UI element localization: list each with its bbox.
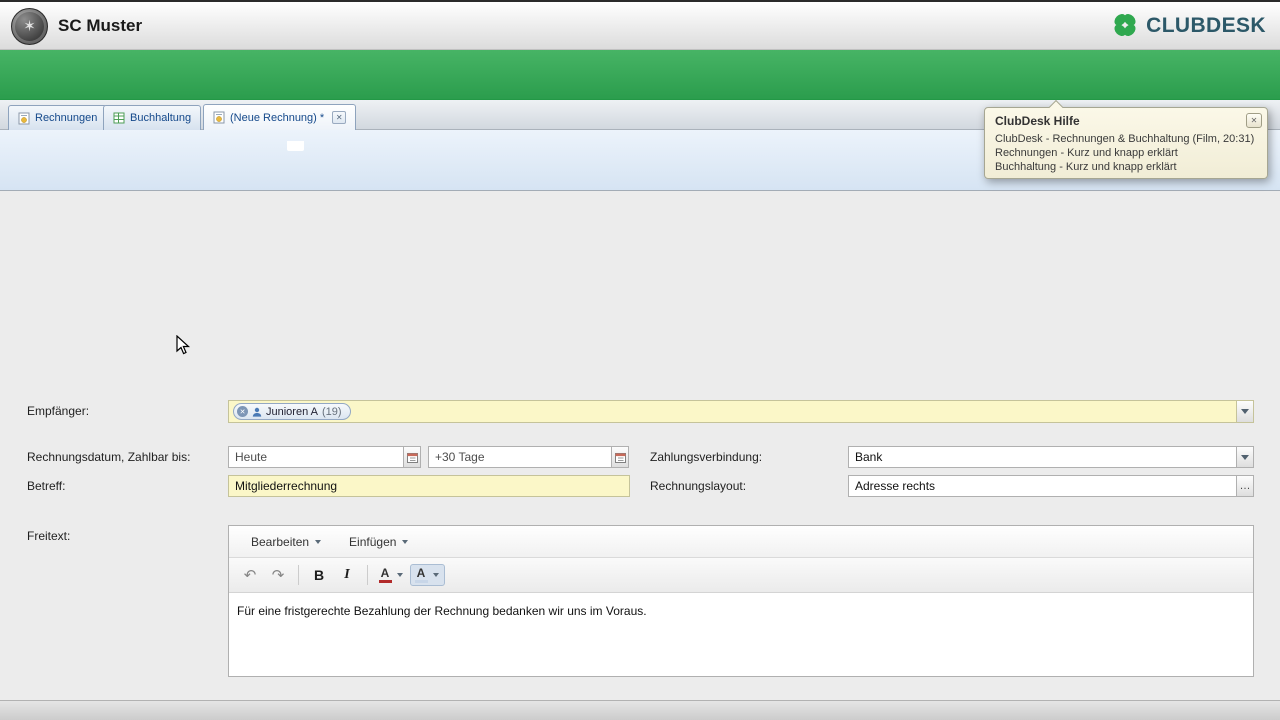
brand-name: CLUBDESK — [1146, 13, 1266, 37]
toolbar-divider — [298, 565, 299, 585]
empfaenger-field[interactable]: ✕ Junioren A (19) — [228, 400, 1254, 423]
zahlungsverbindung-label: Zahlungsverbindung: — [650, 450, 763, 464]
menu-label: Einfügen — [349, 534, 397, 549]
chevron-down-icon — [433, 573, 439, 577]
rechnungsdatum-calendar-trigger[interactable] — [403, 447, 420, 467]
editor-menu-bearbeiten[interactable]: Bearbeiten — [241, 531, 331, 553]
rechnungslayout-value: Adresse rechts — [855, 479, 936, 493]
background-color-button[interactable]: A — [410, 564, 445, 586]
rechnungsdatum-value: Heute — [235, 450, 268, 464]
toolbar-divider — [367, 565, 368, 585]
freitext-editor[interactable]: Bearbeiten Einfügen ↶ ↷ B I A A Für eine… — [228, 525, 1254, 677]
tab-label: Rechnungen — [35, 112, 98, 124]
datum-label: Rechnungsdatum, Zahlbar bis: — [27, 450, 191, 464]
recipient-chip[interactable]: ✕ Junioren A (19) — [233, 403, 351, 420]
tab-neue-rechnung[interactable]: (Neue Rechnung) * ✕ — [203, 104, 357, 130]
rechnungsdatum-field[interactable]: Heute — [228, 446, 421, 468]
zahlungsverbindung-select[interactable]: Bank — [848, 446, 1254, 468]
rechnungslayout-field[interactable]: Adresse rechts … — [848, 475, 1254, 497]
zahlbar-bis-value: +30 Tage — [435, 450, 485, 464]
help-link-rechnungen[interactable]: Rechnungen - Kurz und knapp erklärt — [985, 146, 1267, 160]
rechnungslayout-browse-button[interactable]: … — [1236, 476, 1253, 496]
editor-toolbar: ↶ ↷ B I A A — [229, 558, 1253, 593]
calendar-picker-icon — [614, 452, 626, 463]
zahlbar-bis-field[interactable]: +30 Tage — [428, 446, 629, 468]
rechnungslayout-label: Rechnungslayout: — [650, 479, 747, 493]
zahlungsverbindung-value: Bank — [855, 450, 883, 464]
new-invoice-tab-icon — [213, 111, 225, 124]
undo-icon[interactable]: ↶ — [237, 562, 263, 588]
title-bar: ✶ SC Muster CLUBDESK — [0, 0, 1280, 50]
tab-rechnungen[interactable]: Rechnungen — [8, 105, 108, 130]
club-logo-star-icon: ✶ — [23, 18, 36, 35]
main-toolbar: 15 $ Benutzer: Muster Peter ⚙ ? — [0, 50, 1280, 151]
clover-logo-icon — [1114, 14, 1136, 37]
text-color-letter: A — [380, 566, 390, 581]
chip-remove-icon[interactable]: ✕ — [237, 406, 248, 417]
tab-buchhaltung[interactable]: Buchhaltung — [103, 105, 202, 130]
menu-label: Bearbeiten — [251, 534, 310, 549]
editor-content[interactable]: Für eine fristgerechte Bezahlung der Rec… — [229, 593, 1253, 629]
betreff-label: Betreff: — [27, 479, 66, 493]
freitext-label: Freitext: — [27, 529, 71, 543]
bold-button[interactable]: B — [306, 562, 332, 588]
empfaenger-label: Empfänger: — [27, 404, 90, 418]
help-popup-close-icon[interactable]: ✕ — [1246, 113, 1262, 128]
help-popup-title: ClubDesk Hilfe — [995, 114, 1080, 128]
tab-close-icon[interactable]: ✕ — [332, 111, 347, 124]
help-link-film[interactable]: ClubDesk - Rechnungen & Buchhaltung (Fil… — [985, 132, 1267, 146]
zahlungsverbindung-dropdown-trigger[interactable] — [1236, 447, 1253, 467]
ledger-tab-icon — [113, 112, 125, 124]
redo-icon[interactable]: ↷ — [265, 562, 291, 588]
betreff-value: Mitgliederrechnung — [235, 479, 338, 493]
italic-button[interactable]: I — [334, 562, 360, 588]
help-popup: ClubDesk Hilfe ✕ ClubDesk - Rechnungen &… — [984, 99, 1268, 179]
bg-color-letter: A — [416, 566, 426, 581]
status-bar — [0, 700, 1280, 720]
selected-module-notch — [287, 141, 304, 151]
editor-menu-einfuegen[interactable]: Einfügen — [339, 531, 418, 553]
invoice-form: Empfänger: ✕ Junioren A (19) Rechnungsda… — [0, 191, 1280, 720]
group-person-icon — [252, 407, 262, 417]
help-link-buchhaltung[interactable]: Buchhaltung - Kurz und knapp erklärt — [985, 160, 1267, 174]
text-color-button[interactable]: A — [375, 565, 408, 585]
chevron-down-icon — [402, 539, 409, 544]
tab-label: (Neue Rechnung) * — [230, 111, 325, 124]
calendar-picker-icon — [406, 452, 418, 463]
club-logo: ✶ — [11, 8, 48, 45]
betreff-input[interactable]: Mitgliederrechnung — [228, 475, 630, 497]
editor-menubar: Bearbeiten Einfügen — [229, 526, 1253, 558]
chip-label: Junioren A — [266, 405, 318, 418]
tab-label: Buchhaltung — [130, 112, 192, 124]
chevron-down-icon — [397, 573, 403, 577]
app-title: SC Muster — [58, 16, 143, 35]
zahlbar-bis-calendar-trigger[interactable] — [611, 447, 628, 467]
invoice-tab-icon — [18, 112, 30, 124]
clubdesk-brand: CLUBDESK — [1109, 11, 1266, 40]
chevron-down-icon — [315, 539, 322, 544]
chip-count: (19) — [321, 405, 342, 418]
empfaenger-dropdown-trigger[interactable] — [1236, 401, 1253, 422]
